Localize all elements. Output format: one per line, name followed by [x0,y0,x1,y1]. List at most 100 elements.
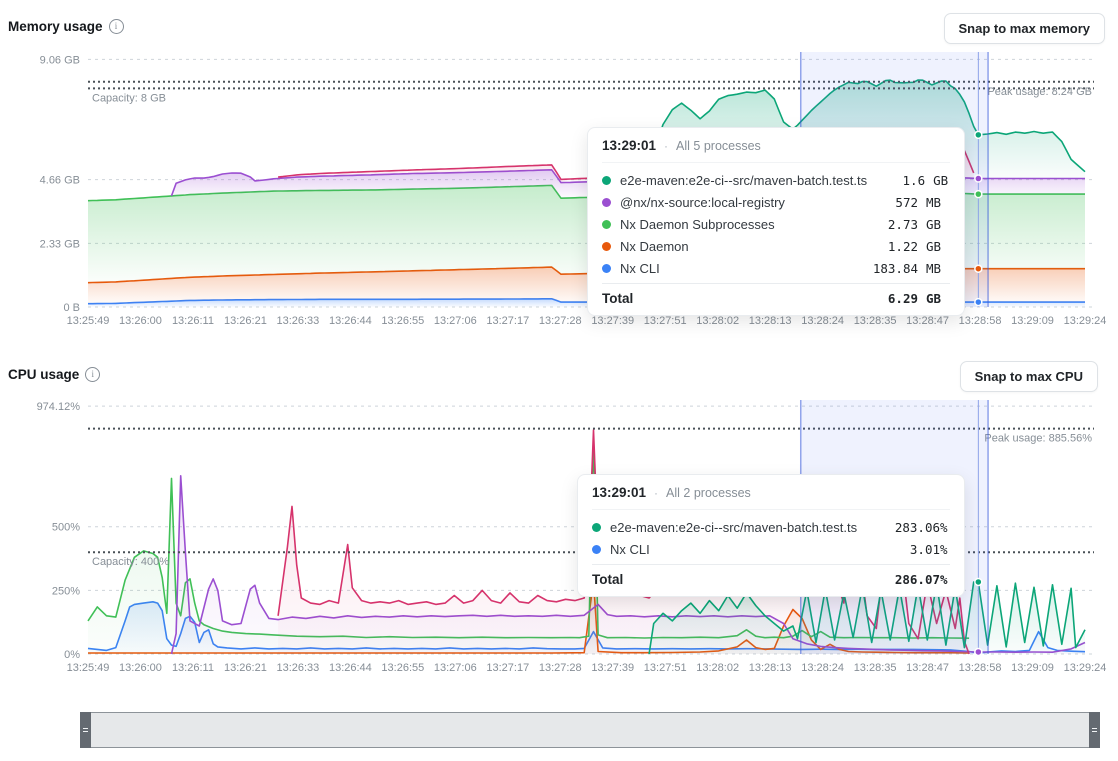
x-axis-tick-label: 13:26:33 [276,662,319,674]
capacity-label: Capacity: 8 GB [92,92,166,104]
process-value: 2.73 [860,217,918,232]
x-axis-tick-label: 13:27:06 [434,315,477,327]
process-value: 183.84 [860,261,918,276]
hover-dot [975,131,982,138]
x-axis-tick-label: 13:25:49 [67,315,110,327]
x-axis-tick-label: 13:27:17 [486,315,529,327]
x-axis-tick-label: 13:26:33 [276,315,319,327]
tooltip-header: 13:29:01 · All 5 processes [602,128,950,163]
x-axis-tick-label: 13:28:35 [854,315,897,327]
x-axis-tick-label: 13:25:49 [67,662,110,674]
app-root: Memory usage i Snap to max memory CPU us… [0,0,1118,761]
x-axis-tick-label: 13:28:58 [959,315,1002,327]
x-axis-tick-label: 13:29:24 [1064,662,1107,674]
y-axis-tick-label: 974.12% [37,401,81,413]
y-axis-tick-label: 9.06 GB [40,54,80,66]
tooltip-row: Nx Daemon1.22 GB [602,235,950,257]
x-axis-tick-label: 13:27:28 [539,315,582,327]
x-axis-tick-label: 13:28:13 [749,662,792,674]
tooltip-time: 13:29:01 [592,485,646,500]
process-value: 1.22 [860,239,918,254]
peak-label: Peak usage: 8.24 GB [987,86,1092,98]
peak-label: Peak usage: 885.56% [984,433,1092,445]
x-axis-tick-label: 13:27:39 [591,315,634,327]
total-unit: GB [926,291,950,306]
y-axis-tick-label: 0 B [63,302,80,314]
series-dot-icon [602,264,611,273]
process-unit: % [940,520,950,535]
tooltip-separator: · [664,139,668,153]
process-name: Nx Daemon [620,239,860,254]
process-name: e2e-maven:e2e-ci--src/maven-batch.test.t… [620,173,867,188]
x-axis-tick-label: 13:28:47 [906,315,949,327]
hover-dot [975,299,982,306]
time-range-brush[interactable] [80,712,1100,748]
process-unit: % [940,542,950,557]
x-axis-tick-label: 13:27:17 [486,662,529,674]
tooltip-header: 13:29:01 · All 2 processes [592,475,950,510]
total-label: Total [602,291,860,306]
x-axis-tick-label: 13:27:06 [434,662,477,674]
x-axis-tick-label: 13:29:09 [1011,315,1054,327]
x-axis-tick-label: 13:26:11 [172,315,214,327]
x-axis-tick-label: 13:28:35 [854,662,897,674]
process-name: Nx CLI [610,542,876,557]
x-axis-tick-label: 13:26:55 [381,315,424,327]
tooltip-total-row: Total 286.07 % [592,564,950,596]
process-value: 572 [860,195,918,210]
series-dot-icon [592,523,601,532]
process-name: Nx CLI [620,261,860,276]
x-axis-tick-label: 13:26:21 [224,662,267,674]
x-axis-tick-label: 13:29:24 [1064,315,1107,327]
tooltip-row: e2e-maven:e2e-ci--src/maven-batch.test.t… [602,169,950,191]
x-axis-tick-label: 13:27:51 [644,315,687,327]
memory-hover-tooltip: 13:29:01 · All 5 processes e2e-maven:e2e… [587,127,965,316]
y-axis-tick-label: 500% [52,522,80,534]
tooltip-time: 13:29:01 [602,138,656,153]
y-axis-tick-label: 2.33 GB [40,238,80,250]
process-name: e2e-maven:e2e-ci--src/maven-batch.test.t… [610,520,876,535]
process-unit: MB [926,195,950,210]
y-axis-tick-label: 250% [52,585,80,597]
process-value: 1.6 [867,173,925,188]
x-axis-tick-label: 13:28:24 [801,662,844,674]
total-value: 6.29 [860,291,918,306]
y-axis-tick-label: 4.66 GB [40,175,80,187]
tooltip-row: e2e-maven:e2e-ci--src/maven-batch.test.t… [592,516,950,538]
hover-dot [975,175,982,182]
x-axis-tick-label: 13:27:51 [644,662,687,674]
tooltip-row: Nx Daemon Subprocesses2.73GB [602,213,950,235]
tooltip-rows: e2e-maven:e2e-ci--src/maven-batch.test.t… [602,163,950,283]
tooltip-subtitle: All 5 processes [676,139,761,153]
x-axis-tick-label: 13:26:21 [224,315,267,327]
x-axis-tick-label: 13:28:24 [801,315,844,327]
x-axis-tick-label: 13:26:44 [329,662,372,674]
charts-canvas[interactable]: 9.06 GB4.66 GB2.33 GB0 B13:25:4913:26:00… [0,0,1118,761]
capacity-label: Capacity: 400% [92,556,169,568]
x-axis-tick-label: 13:28:02 [696,315,739,327]
process-value: 283.06 [876,520,940,535]
tooltip-rows: e2e-maven:e2e-ci--src/maven-batch.test.t… [592,510,950,564]
series-dot-icon [592,545,601,554]
brush-handle-right[interactable] [1089,712,1100,748]
tooltip-subtitle: All 2 processes [666,486,751,500]
brush-handle-left[interactable] [80,712,91,748]
series-dot-icon [602,176,611,185]
process-unit: GB [926,239,950,254]
x-axis-tick-label: 13:27:39 [591,662,634,674]
x-axis-tick-label: 13:26:00 [119,315,162,327]
total-value: 286.07 [876,572,940,587]
process-value: 3.01 [876,542,940,557]
x-axis-tick-label: 13:26:55 [381,662,424,674]
x-axis-tick-label: 13:28:47 [906,662,949,674]
cpu-hover-tooltip: 13:29:01 · All 2 processes e2e-maven:e2e… [577,474,965,597]
hover-dot [975,578,982,585]
total-unit: % [940,572,950,587]
tooltip-row: @nx/nx-source:local-registry572 MB [602,191,950,213]
y-axis-tick-label: 0% [64,649,80,661]
x-axis-tick-label: 13:28:58 [959,662,1002,674]
tooltip-row: Nx CLI183.84MB [602,257,950,279]
process-name: @nx/nx-source:local-registry [620,195,860,210]
tooltip-total-row: Total 6.29 GB [602,283,950,315]
x-axis-tick-label: 13:28:13 [749,315,792,327]
